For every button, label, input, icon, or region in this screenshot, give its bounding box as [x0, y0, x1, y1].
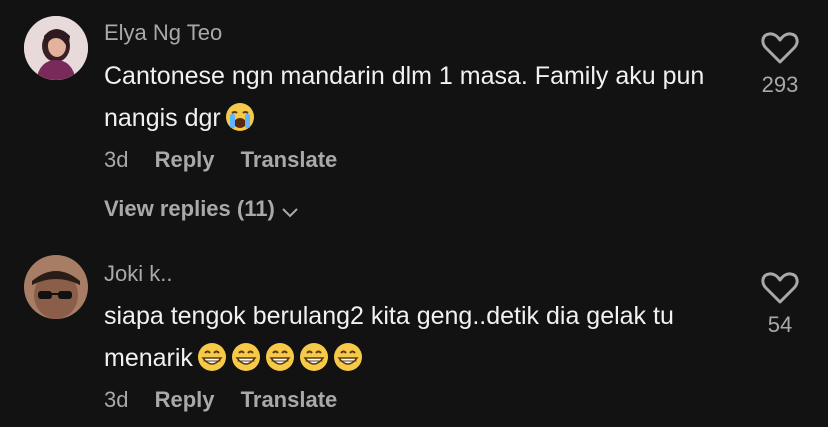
- reply-button[interactable]: Reply: [155, 147, 215, 172]
- comment-text: Cantonese ngn mandarin dlm 1 masa. Famil…: [104, 55, 724, 139]
- comment-text: siapa tengok berulang2 kita geng..detik …: [104, 295, 724, 379]
- comment-item: Elya Ng Teo Cantonese ngn mandarin dlm 1…: [0, 0, 828, 240]
- timestamp: 3d: [104, 387, 129, 412]
- like-count: 54: [767, 312, 793, 337]
- like-count: 293: [761, 72, 799, 97]
- grinning-face-icon: [265, 343, 294, 371]
- avatar[interactable]: [24, 16, 88, 80]
- comment-item: Joki k.. siapa tengok berulang2 kita gen…: [0, 240, 828, 427]
- grinning-face-icon: [231, 343, 260, 371]
- translate-button[interactable]: Translate: [241, 147, 338, 172]
- timestamp: 3d: [104, 147, 129, 172]
- view-replies-label: View replies (11): [104, 196, 275, 221]
- heart-icon[interactable]: [760, 270, 800, 306]
- grinning-face-icon: [197, 343, 226, 371]
- comment-meta: 3d Reply Translate: [104, 387, 357, 413]
- username[interactable]: Elya Ng Teo: [104, 20, 222, 46]
- heart-icon[interactable]: [760, 30, 800, 66]
- grinning-face-icon: [333, 343, 362, 371]
- grinning-face-icon: [299, 343, 328, 371]
- reply-button[interactable]: Reply: [155, 387, 215, 412]
- chevron-down-icon: [282, 208, 298, 218]
- crying-face-icon: [225, 103, 254, 131]
- view-replies-button[interactable]: View replies (11): [104, 196, 299, 222]
- username[interactable]: Joki k..: [104, 261, 172, 287]
- avatar-image: [24, 16, 88, 80]
- avatar[interactable]: [24, 255, 88, 319]
- translate-button[interactable]: Translate: [241, 387, 338, 412]
- comment-body: siapa tengok berulang2 kita geng..detik …: [104, 302, 674, 372]
- comment-meta: 3d Reply Translate: [104, 147, 357, 173]
- avatar-image: [24, 255, 88, 319]
- comment-body: Cantonese ngn mandarin dlm 1 masa. Famil…: [104, 62, 705, 132]
